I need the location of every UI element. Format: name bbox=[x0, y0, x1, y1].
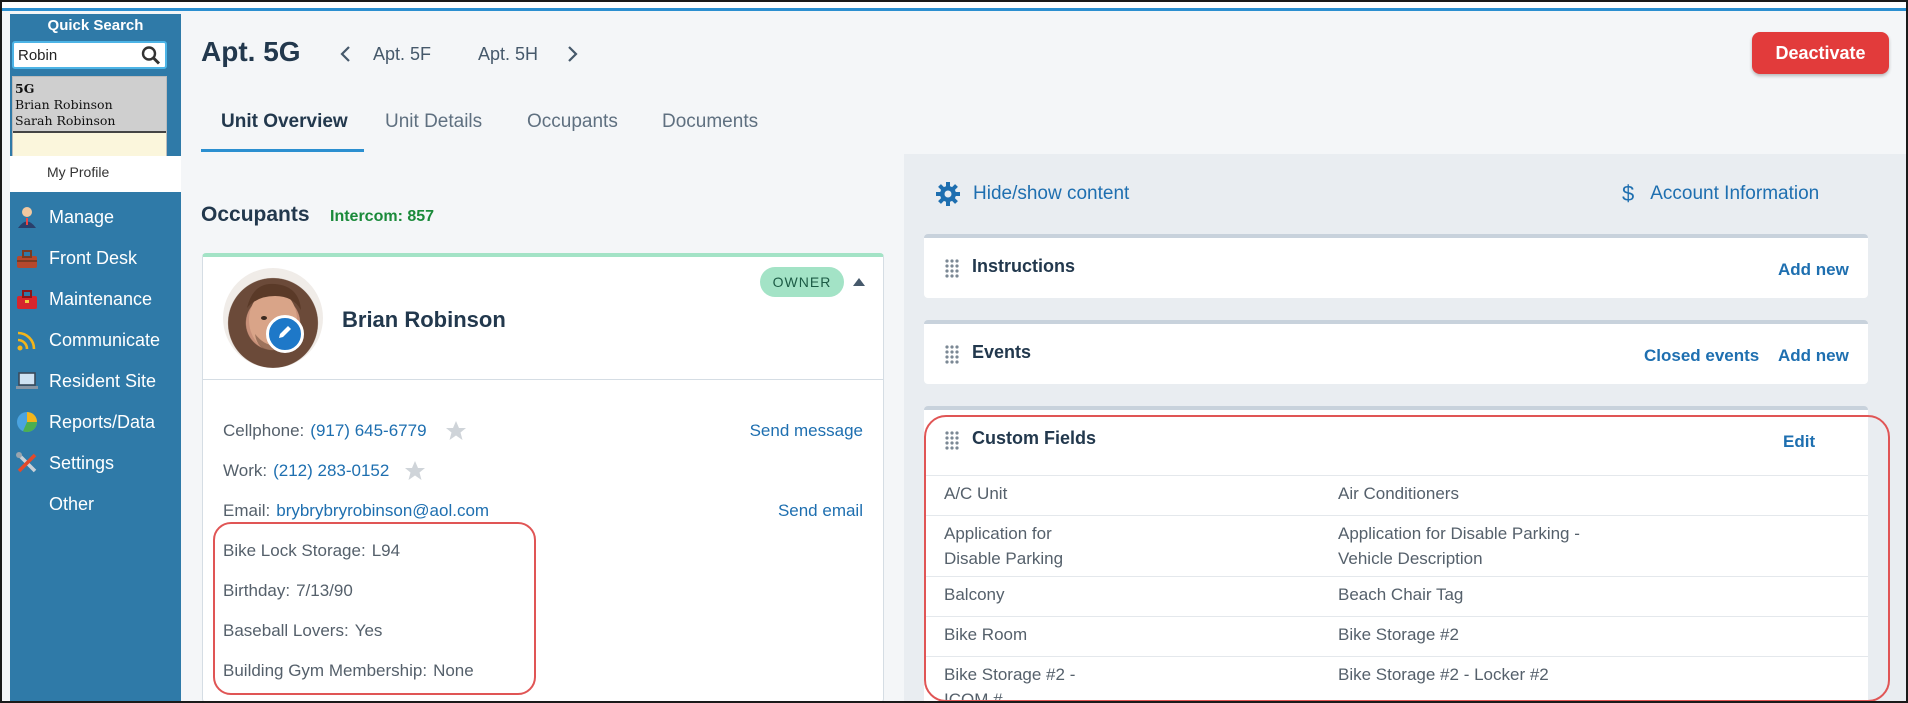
email-row: Email: brybrybryrobinson@aol.com bbox=[223, 501, 489, 521]
sidebar-item-label: Front Desk bbox=[49, 247, 138, 268]
work-label: Work: bbox=[223, 461, 268, 480]
email-link[interactable]: brybrybryrobinson@aol.com bbox=[276, 501, 489, 520]
chevron-left-icon[interactable] bbox=[339, 44, 353, 69]
hide-show-content-button[interactable]: Hide/show content bbox=[935, 181, 1129, 207]
highlight-annotation bbox=[924, 415, 1890, 701]
sidebar: Quick Search 5G Brian Robinson Sarah Rob… bbox=[10, 14, 181, 701]
prev-unit-link[interactable]: Apt. 5F bbox=[373, 44, 431, 65]
edit-photo-button[interactable] bbox=[266, 315, 304, 353]
top-accent-bar bbox=[2, 2, 1906, 11]
sidebar-item-settings[interactable]: Settings bbox=[10, 443, 181, 483]
cellphone-label: Cellphone: bbox=[223, 421, 305, 440]
toolbox-icon bbox=[14, 245, 40, 271]
events-title: Events bbox=[972, 342, 1032, 362]
sidebar-item-label: Maintenance bbox=[49, 288, 153, 309]
sidebar-item-other[interactable]: Other bbox=[10, 484, 181, 524]
dollar-icon: $ bbox=[1622, 181, 1635, 206]
tab-unit-details[interactable]: Unit Details bbox=[385, 111, 482, 133]
red-toolbox-icon bbox=[14, 286, 40, 312]
work-row: Work: (212) 283-0152 bbox=[223, 461, 389, 481]
chevron-up-icon[interactable] bbox=[852, 274, 866, 292]
events-panel: Events Closed events Add new bbox=[924, 320, 1868, 384]
star-icon[interactable] bbox=[404, 460, 426, 486]
account-information-button[interactable]: $ Account Information bbox=[1622, 181, 1819, 207]
tab-occupants[interactable]: Occupants bbox=[527, 111, 618, 133]
laptop-icon bbox=[14, 368, 40, 394]
instructions-panel: Instructions Add new bbox=[924, 234, 1868, 298]
hide-show-label: Hide/show content bbox=[973, 183, 1130, 204]
manager-person-icon bbox=[14, 204, 40, 230]
cellphone-row: Cellphone: (917) 645-6779 bbox=[223, 421, 427, 441]
send-message-link[interactable]: Send message bbox=[750, 421, 863, 441]
sidebar-item-label: Reports/Data bbox=[49, 411, 156, 432]
add-instruction-link[interactable]: Add new bbox=[1778, 260, 1849, 280]
my-profile-link[interactable]: My Profile bbox=[47, 164, 109, 180]
closed-events-link[interactable]: Closed events bbox=[1644, 346, 1759, 366]
tab-documents[interactable]: Documents bbox=[662, 111, 758, 133]
sidebar-item-communicate[interactable]: Communicate bbox=[10, 320, 181, 360]
pie-chart-icon bbox=[14, 409, 40, 435]
sidebar-item-label: Other bbox=[49, 493, 95, 514]
owner-badge: OWNER bbox=[760, 267, 844, 297]
sidebar-item-label: Communicate bbox=[49, 329, 161, 350]
search-result-unit: 5G bbox=[15, 81, 35, 96]
app-window: Quick Search 5G Brian Robinson Sarah Rob… bbox=[0, 0, 1908, 703]
occupant-name[interactable]: Brian Robinson bbox=[342, 307, 506, 333]
active-tab-indicator bbox=[201, 149, 364, 152]
intercom-label: Intercom: 857 bbox=[330, 208, 435, 225]
wifi-signal-icon bbox=[14, 327, 40, 353]
chevron-right-icon[interactable] bbox=[565, 44, 579, 69]
sidebar-item-resident-site[interactable]: Resident Site bbox=[10, 361, 181, 401]
sidebar-item-label: Settings bbox=[49, 452, 115, 473]
sidebar-item-reports-data[interactable]: Reports/Data bbox=[10, 402, 181, 442]
search-icon[interactable] bbox=[140, 45, 162, 65]
page-header: Apt. 5G Apt. 5F Apt. 5H Deactivate Unit … bbox=[181, 14, 1906, 154]
tab-unit-overview[interactable]: Unit Overview bbox=[221, 111, 348, 133]
sidebar-item-label: Resident Site bbox=[49, 370, 157, 391]
quick-search-title: Quick Search bbox=[47, 17, 144, 34]
occupants-title: Occupants bbox=[201, 203, 310, 226]
star-icon[interactable] bbox=[445, 420, 467, 446]
cellphone-link[interactable]: (917) 645-6779 bbox=[310, 421, 426, 440]
quick-search-input[interactable] bbox=[18, 45, 138, 65]
email-label: Email: bbox=[223, 501, 271, 520]
drag-handle-icon[interactable] bbox=[944, 344, 960, 369]
divider bbox=[203, 379, 883, 380]
search-result-name: Sarah Robinson bbox=[15, 113, 116, 128]
search-result-item[interactable]: 5G Brian Robinson Sarah Robinson bbox=[13, 77, 166, 133]
send-email-link[interactable]: Send email bbox=[778, 501, 863, 521]
search-result-name: Brian Robinson bbox=[15, 97, 113, 112]
highlight-annotation bbox=[213, 522, 536, 695]
gear-icon bbox=[935, 181, 961, 207]
account-information-label: Account Information bbox=[1650, 183, 1820, 204]
page-title: Apt. 5G bbox=[201, 36, 301, 67]
instructions-title: Instructions bbox=[972, 256, 1076, 276]
sidebar-item-label: Manage bbox=[49, 206, 115, 227]
pencil-icon bbox=[276, 323, 294, 346]
add-event-link[interactable]: Add new bbox=[1778, 346, 1849, 366]
drag-handle-icon[interactable] bbox=[944, 258, 960, 283]
work-phone-link[interactable]: (212) 283-0152 bbox=[273, 461, 389, 480]
wrench-screwdriver-icon bbox=[14, 450, 40, 476]
sidebar-item-front-desk[interactable]: Front Desk bbox=[10, 238, 181, 278]
next-unit-link[interactable]: Apt. 5H bbox=[478, 44, 538, 65]
sidebar-item-manage[interactable]: Manage bbox=[10, 197, 181, 237]
deactivate-button[interactable]: Deactivate bbox=[1752, 32, 1889, 74]
quick-search-box[interactable] bbox=[12, 41, 167, 69]
sidebar-item-maintenance[interactable]: Maintenance bbox=[10, 279, 181, 319]
